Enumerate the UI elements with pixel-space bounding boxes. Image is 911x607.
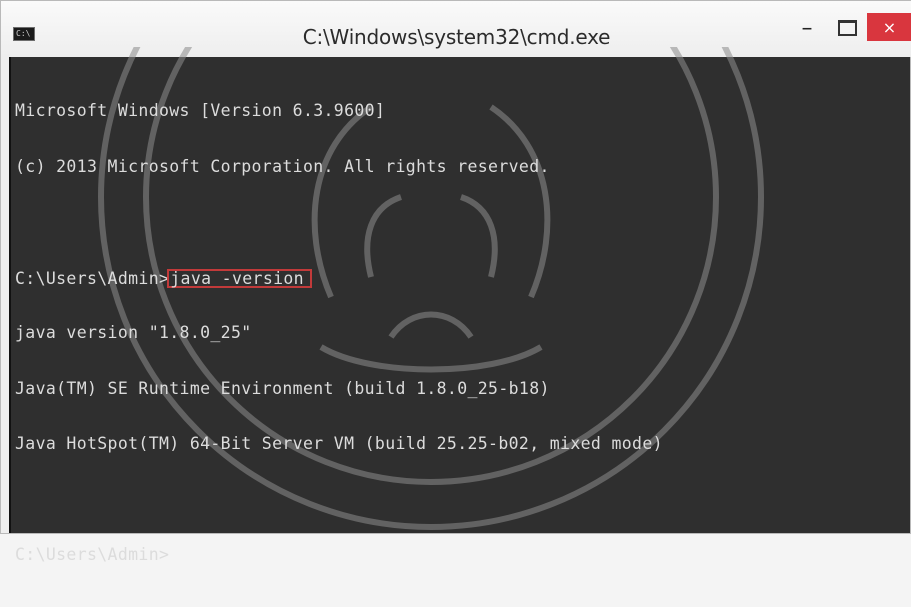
minimize-icon: –	[801, 15, 813, 41]
console-line: java version "1.8.0_25"	[15, 323, 252, 342]
console-line: Java(TM) SE Runtime Environment (build 1…	[15, 378, 550, 398]
prompt-text: C:\Users\Admin>	[15, 268, 170, 288]
cmd-window: C:\ C:\Windows\system32\cmd.exe – × Micr…	[0, 0, 911, 564]
command-line: C:\Users\Admin>java -version	[15, 268, 910, 288]
maximize-button[interactable]	[827, 13, 867, 43]
title-bar[interactable]: C:\ C:\Windows\system32\cmd.exe – ×	[1, 1, 911, 57]
console-output: Microsoft Windows [Version 6.3.9600] (c)…	[15, 65, 910, 602]
console-line: Microsoft Windows [Version 6.3.9600]	[15, 101, 386, 120]
close-button[interactable]: ×	[867, 13, 911, 41]
window-title: C:\Windows\system32\cmd.exe	[302, 25, 611, 49]
console-line: Java HotSpot(TM) 64-Bit Server VM (build…	[15, 434, 663, 453]
console-area[interactable]: Microsoft Windows [Version 6.3.9600] (c)…	[9, 47, 910, 564]
close-icon: ×	[882, 17, 897, 37]
maximize-icon	[837, 20, 857, 36]
current-prompt[interactable]: C:\Users\Admin>	[15, 545, 910, 565]
console-line: (c) 2013 Microsoft Corporation. All righ…	[15, 156, 550, 176]
highlighted-command: java -version	[167, 268, 312, 288]
minimize-button[interactable]: –	[787, 13, 827, 43]
